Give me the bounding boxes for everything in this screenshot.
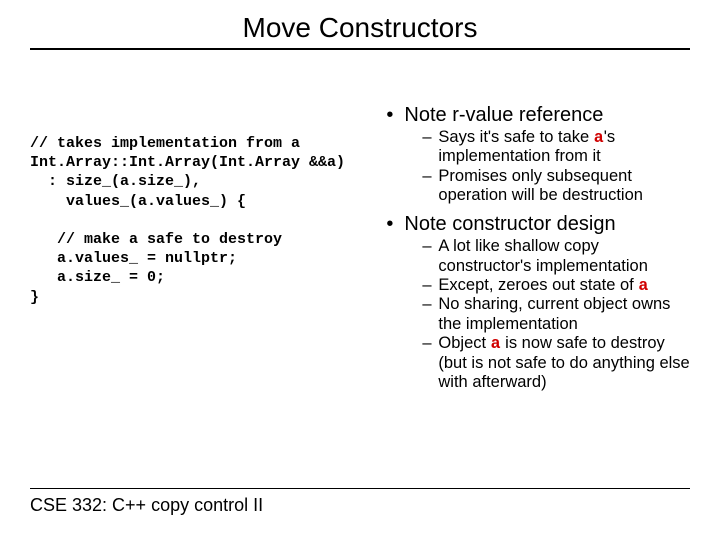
bullet-lvl2: Says it's safe to take a's implementatio… [404,128,690,167]
code-line: // takes implementation from a [30,135,300,152]
bullet-text: Except, zeroes out state of [438,276,638,294]
keyword-a: a [491,334,501,353]
bullet-lvl1: Note constructor design A lot like shall… [386,213,690,392]
bullet-lvl2: Object a is now safe to destroy (but is … [404,334,690,392]
bullet-text: A lot like shallow copy constructor's im… [438,237,648,274]
bullet-text: Says it's safe to take [438,128,593,146]
bullet-text: Note r-value reference [404,104,603,126]
footer-text: CSE 332: C++ copy control II [30,495,690,516]
footer: CSE 332: C++ copy control II [30,488,690,516]
code-line: values_(a.values_) { [30,193,246,210]
code-line: } [30,289,39,306]
code-line: Int.Array::Int.Array(Int.Array &&a) [30,154,345,171]
slide-body: // takes implementation from a Int.Array… [30,104,690,401]
code-line: a.size_ = 0; [30,269,165,286]
code-line: a.values_ = nullptr; [30,250,237,267]
keyword-a: a [638,276,648,295]
bullet-text: Note constructor design [404,213,615,235]
title-rule [30,48,690,50]
bullet-text: No sharing, current object owns the impl… [438,295,670,332]
code-line: // make a safe to destroy [30,231,282,248]
bullet-text: Promises only subsequent operation will … [438,167,643,204]
bullet-lvl2: No sharing, current object owns the impl… [404,295,690,334]
bullet-lvl2: Promises only subsequent operation will … [404,167,690,206]
bullet-text: Object [438,334,490,352]
code-block: // takes implementation from a Int.Array… [30,104,386,401]
code-line: : size_(a.size_), [30,173,201,190]
slide: Move Constructors // takes implementatio… [0,0,720,540]
keyword-a: a [594,128,604,147]
bullet-column: Note r-value reference Says it's safe to… [386,104,690,401]
bullet-lvl2: A lot like shallow copy constructor's im… [404,237,690,276]
footer-rule [30,488,690,489]
bullet-lvl2: Except, zeroes out state of a [404,276,690,295]
bullet-lvl1: Note r-value reference Says it's safe to… [386,104,690,205]
slide-title: Move Constructors [30,12,690,44]
